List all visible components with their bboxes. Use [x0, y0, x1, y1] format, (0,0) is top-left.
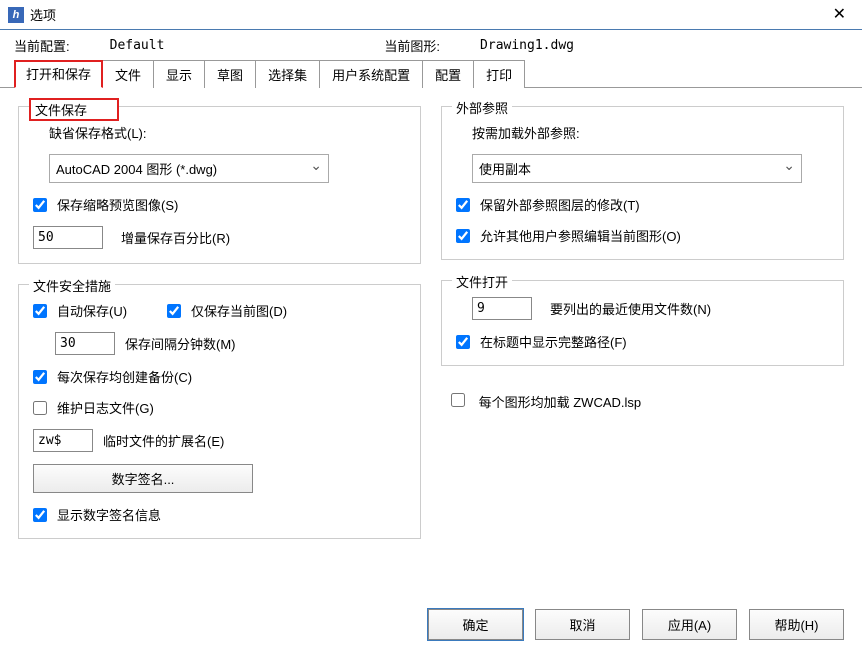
current-drawing-label: 当前图形: [384, 36, 440, 55]
increment-percent-input[interactable] [33, 226, 103, 249]
allow-other-edit-checkbox[interactable] [456, 229, 470, 243]
recent-count-label: 要列出的最近使用文件数(N) [550, 299, 711, 318]
footer-buttons: 确定 取消 应用(A) 帮助(H) [428, 609, 844, 640]
save-current-only-label: 仅保存当前图(D) [191, 301, 287, 320]
increment-percent-label: 增量保存百分比(R) [121, 228, 230, 247]
current-config-value: Default [110, 38, 165, 53]
tab-bar: 打开和保存 文件 显示 草图 选择集 用户系统配置 配置 打印 [0, 59, 862, 88]
maintain-log-label: 维护日志文件(G) [57, 398, 154, 417]
group-file-save: 文件保存 缺省保存格式(L): AutoCAD 2004 图形 (*.dwg) … [18, 106, 421, 264]
group-xref: 外部参照 按需加载外部参照: 使用副本 保留外部参照图层的修改(T) 允许其他用… [441, 106, 844, 260]
current-config-label: 当前配置: [14, 36, 70, 55]
group-file-safety: 文件安全措施 自动保存(U) 仅保存当前图(D) 保存间隔分钟数(M) 每次保存… [18, 284, 421, 539]
temp-ext-label: 临时文件的扩展名(E) [103, 431, 224, 450]
interval-input[interactable] [55, 332, 115, 355]
left-column: 文件保存 缺省保存格式(L): AutoCAD 2004 图形 (*.dwg) … [18, 106, 421, 539]
tab-config[interactable]: 配置 [422, 60, 474, 88]
apply-button[interactable]: 应用(A) [642, 609, 737, 640]
show-digital-sig-label: 显示数字签名信息 [57, 505, 161, 524]
content-area: 文件保存 缺省保存格式(L): AutoCAD 2004 图形 (*.dwg) … [0, 88, 862, 557]
allow-other-edit-label: 允许其他用户参照编辑当前图形(O) [480, 226, 681, 245]
backup-each-label: 每次保存均创建备份(C) [57, 367, 192, 386]
show-digital-sig-checkbox[interactable] [33, 508, 47, 522]
auto-save-checkbox[interactable] [33, 304, 47, 318]
load-on-demand-select[interactable]: 使用副本 [472, 154, 802, 183]
load-on-demand-label: 按需加载外部参照: [472, 123, 580, 142]
load-lsp-row: 每个图形均加载 ZWCAD.lsp [441, 386, 844, 411]
tab-sketch[interactable]: 草图 [204, 60, 256, 88]
tab-user-prefs[interactable]: 用户系统配置 [319, 60, 423, 88]
load-lsp-checkbox[interactable] [451, 393, 465, 407]
window-title: 选项 [30, 5, 56, 24]
tab-selection[interactable]: 选择集 [255, 60, 320, 88]
titlebar: h 选项 ✕ [0, 0, 862, 30]
close-icon[interactable]: ✕ [827, 4, 852, 24]
help-button[interactable]: 帮助(H) [749, 609, 844, 640]
show-full-path-label: 在标题中显示完整路径(F) [480, 332, 627, 351]
retain-layer-changes-checkbox[interactable] [456, 198, 470, 212]
group-title-xref: 外部参照 [452, 98, 512, 117]
default-format-select[interactable]: AutoCAD 2004 图形 (*.dwg) [49, 154, 329, 183]
app-icon: h [8, 7, 24, 23]
right-column: 外部参照 按需加载外部参照: 使用副本 保留外部参照图层的修改(T) 允许其他用… [441, 106, 844, 539]
current-drawing-value: Drawing1.dwg [480, 38, 574, 53]
cancel-button[interactable]: 取消 [535, 609, 630, 640]
ok-button[interactable]: 确定 [428, 609, 523, 640]
save-current-only-checkbox[interactable] [167, 304, 181, 318]
tab-print[interactable]: 打印 [473, 60, 525, 88]
recent-count-input[interactable] [472, 297, 532, 320]
interval-label: 保存间隔分钟数(M) [125, 334, 236, 353]
group-title-file-open: 文件打开 [452, 272, 512, 291]
thumbnail-save-label: 保存缩略预览图像(S) [57, 195, 178, 214]
backup-each-checkbox[interactable] [33, 370, 47, 384]
thumbnail-save-checkbox[interactable] [33, 198, 47, 212]
temp-ext-input[interactable] [33, 429, 93, 452]
group-file-open: 文件打开 要列出的最近使用文件数(N) 在标题中显示完整路径(F) [441, 280, 844, 366]
config-row: 当前配置: Default 当前图形: Drawing1.dwg [0, 30, 862, 59]
maintain-log-checkbox[interactable] [33, 401, 47, 415]
group-title-file-save: 文件保存 [29, 98, 119, 121]
auto-save-label: 自动保存(U) [57, 301, 127, 320]
tab-file[interactable]: 文件 [102, 60, 154, 88]
group-title-file-safety: 文件安全措施 [29, 276, 115, 295]
tab-display[interactable]: 显示 [153, 60, 205, 88]
load-lsp-label: 每个图形均加载 ZWCAD.lsp [479, 395, 642, 410]
digital-signature-button[interactable]: 数字签名... [33, 464, 253, 493]
retain-layer-changes-label: 保留外部参照图层的修改(T) [480, 195, 640, 214]
tab-open-save[interactable]: 打开和保存 [14, 60, 103, 88]
default-format-label: 缺省保存格式(L): [49, 123, 147, 142]
show-full-path-checkbox[interactable] [456, 335, 470, 349]
